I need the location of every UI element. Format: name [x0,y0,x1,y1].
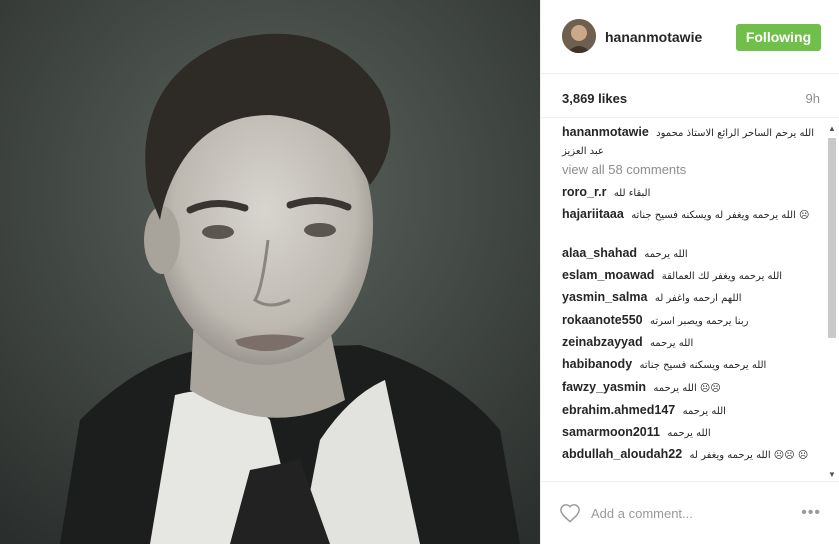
avatar[interactable] [562,19,596,53]
comment-item: abdullah_aloudah22 الله يرحمه ويغفر له ☹… [562,446,822,464]
comment-text: الله يرحمه [644,249,688,260]
likes-count[interactable]: 3,869 likes [562,91,627,106]
likes-row: 3,869 likes 9h [541,74,839,118]
comment-text: البقاء لله [613,188,651,199]
comment-username[interactable]: rokaanote550 [562,313,643,327]
comment-username[interactable]: habibanody [562,357,632,371]
comment-item: zeinabzayyad الله يرحمه [562,334,822,352]
comment-username[interactable]: hajariitaaa [562,207,624,221]
heart-icon[interactable] [559,503,581,523]
comment-text: ربنا يرحمه ويصبر اسرته [649,316,749,327]
comment-username[interactable]: eslam_moawad [562,268,654,282]
following-button[interactable]: Following [736,24,821,51]
post-photo[interactable] [0,0,540,544]
comment-text: الله يرحمه [667,428,711,439]
comment-username[interactable]: yasmin_salma [562,290,647,304]
comment-text: الله يرحمه ويغفر لك العمالقة [661,271,783,282]
comment-username[interactable]: ebrahim.ahmed147 [562,403,675,417]
comment-item: eslam_moawad الله يرحمه ويغفر لك العمالق… [562,267,822,285]
scroll-thumb[interactable] [828,138,836,338]
comment-username[interactable]: fawzy_yasmin [562,380,646,394]
comments-list: hananmotawie الله يرحم الساحر الرائع الا… [541,118,839,481]
owner-username[interactable]: hananmotawie [605,29,702,45]
comments-scrollbar[interactable]: ▲ ▼ [827,124,837,480]
comment-item: fawzy_yasmin الله يرحمه ☹☹ [562,379,822,397]
add-comment-input[interactable] [591,502,781,524]
scroll-up-arrow-icon[interactable]: ▲ [827,124,837,134]
comment-username[interactable]: abdullah_aloudah22 [562,447,682,461]
comment-item: roro_r.r البقاء لله [562,184,822,202]
comment-text: الله يرحمه ويغفر له ☹☹ ☹ [689,450,809,461]
view-all-comments-link[interactable]: view all 58 comments [562,162,686,177]
add-comment-row: ••• [541,481,839,544]
comment-item: habibanody الله يرحمه ويسكنه فسيح جناته [562,356,822,374]
post-header: hananmotawie Following [541,0,839,74]
comment-item: alaa_shahad الله يرحمه [562,245,822,263]
instagram-post: hananmotawie Following 3,869 likes 9h ha… [0,0,839,544]
more-options-icon[interactable]: ••• [801,504,821,522]
comment-text: الله يرحمه ويغفر له ويسكنه فسيح جناته ☹ [631,210,810,221]
comment-username[interactable]: samarmoon2011 [562,425,660,439]
comment-text: الله يرحمه ويسكنه فسيح جناته [639,360,767,371]
post-sidebar: hananmotawie Following 3,869 likes 9h ha… [540,0,839,544]
comment-item: rokaanote550 ربنا يرحمه ويصبر اسرته [562,312,822,330]
comment-username[interactable]: alaa_shahad [562,246,637,260]
comment-item: hajariitaaa الله يرحمه ويغفر له ويسكنه ف… [562,206,822,224]
comment-item: yasmin_salma اللهم ارحمه واغفر له [562,289,822,307]
comment-item: ebrahim.ahmed147 الله يرحمه [562,402,822,420]
portrait-image [0,0,540,544]
comment-username[interactable]: zeinabzayyad [562,335,643,349]
comment-text: اللهم ارحمه واغفر له [654,293,742,304]
avatar-image [562,19,596,53]
comment-text: الله يرحمه [682,406,726,417]
post-time: 9h [805,91,820,106]
comment-item: samarmoon2011 الله يرحمه [562,424,822,442]
caption-username[interactable]: hananmotawie [562,125,649,139]
comment-text: الله يرحمه ☹☹ [653,383,721,394]
comment-username[interactable]: roro_r.r [562,185,606,199]
scroll-down-arrow-icon[interactable]: ▼ [827,470,837,480]
caption: hananmotawie الله يرحم الساحر الرائع الا… [562,124,822,160]
comment-text: الله يرحمه [649,338,694,349]
